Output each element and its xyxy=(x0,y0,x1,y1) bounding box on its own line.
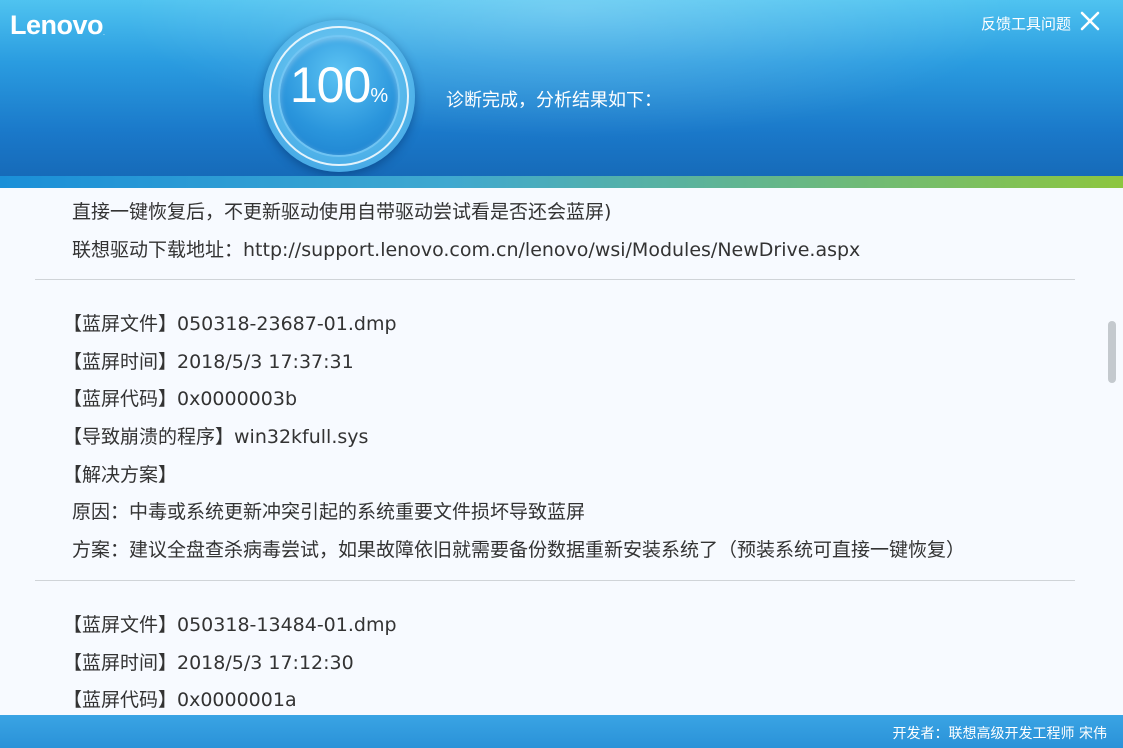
header-accent-bar xyxy=(0,176,1123,188)
logo-text: Lenovo xyxy=(10,10,104,40)
record-cause: 原因：中毒或系统更新冲突引起的系统重要文件损坏导致蓝屏 xyxy=(72,501,586,524)
logo-mark: . xyxy=(103,30,105,37)
footer: 开发者：联想高级开发工程师 宋伟 xyxy=(0,715,1123,748)
intro-block: 直接一键恢复后，不更新驱动使用自带驱动尝试看是否还会蓝屏) 联想驱动下载地址：h… xyxy=(72,194,1092,269)
scrollbar-thumb[interactable] xyxy=(1108,321,1116,383)
record-file: 【蓝屏文件】050318-23687-01.dmp xyxy=(63,313,397,335)
feedback-link[interactable]: 反馈工具问题 xyxy=(981,13,1071,34)
record-time: 【蓝屏时间】2018/5/3 17:37:31 xyxy=(63,350,354,373)
record-program: 【导致崩溃的程序】win32kfull.sys xyxy=(63,426,369,449)
progress-unit: % xyxy=(370,85,389,107)
diagnostic-window: Lenovo. 反馈工具问题 100% 诊断完成，分析结果如下： 直接一键恢复后… xyxy=(0,0,1123,748)
record-file: 【蓝屏文件】050318-13484-01.dmp xyxy=(63,614,397,636)
divider xyxy=(35,279,1075,280)
progress-number: 100 xyxy=(289,57,371,113)
intro-line: 直接一键恢复后，不更新驱动使用自带驱动尝试看是否还会蓝屏) xyxy=(72,201,612,223)
close-icon xyxy=(1080,11,1100,31)
divider xyxy=(35,580,1075,581)
header: Lenovo. 反馈工具问题 100% 诊断完成，分析结果如下： xyxy=(0,0,1123,178)
close-button[interactable] xyxy=(1079,10,1101,32)
lenovo-logo: Lenovo. xyxy=(10,10,105,41)
status-text: 诊断完成，分析结果如下： xyxy=(446,90,662,111)
developer-credit: 开发者：联想高级开发工程师 宋伟 xyxy=(892,726,1107,742)
progress-ring: 100% xyxy=(263,20,415,172)
header-highlight xyxy=(120,0,1020,140)
record-plan: 方案：建议全盘查杀病毒尝试，如果故障依旧就需要备份数据重新安装系统了（预装系统可… xyxy=(72,539,966,562)
record-code: 【蓝屏代码】0x0000003b xyxy=(63,388,298,411)
driver-download-link: 联想驱动下载地址：http://support.lenovo.com.cn/le… xyxy=(72,238,861,261)
record-block-2: 【蓝屏文件】050318-13484-01.dmp 【蓝屏时间】2018/5/3… xyxy=(63,607,1092,715)
scrollbar[interactable] xyxy=(1108,188,1116,715)
record-block-1: 【蓝屏文件】050318-23687-01.dmp 【蓝屏时间】2018/5/3… xyxy=(63,306,1092,570)
progress-value: 100% xyxy=(263,56,415,114)
record-code: 【蓝屏代码】0x0000001a xyxy=(63,689,297,712)
results-panel[interactable]: 直接一键恢复后，不更新驱动使用自带驱动尝试看是否还会蓝屏) 联想驱动下载地址：h… xyxy=(0,188,1123,715)
record-solution-header: 【解决方案】 xyxy=(63,463,178,486)
record-time: 【蓝屏时间】2018/5/3 17:12:30 xyxy=(63,651,354,674)
